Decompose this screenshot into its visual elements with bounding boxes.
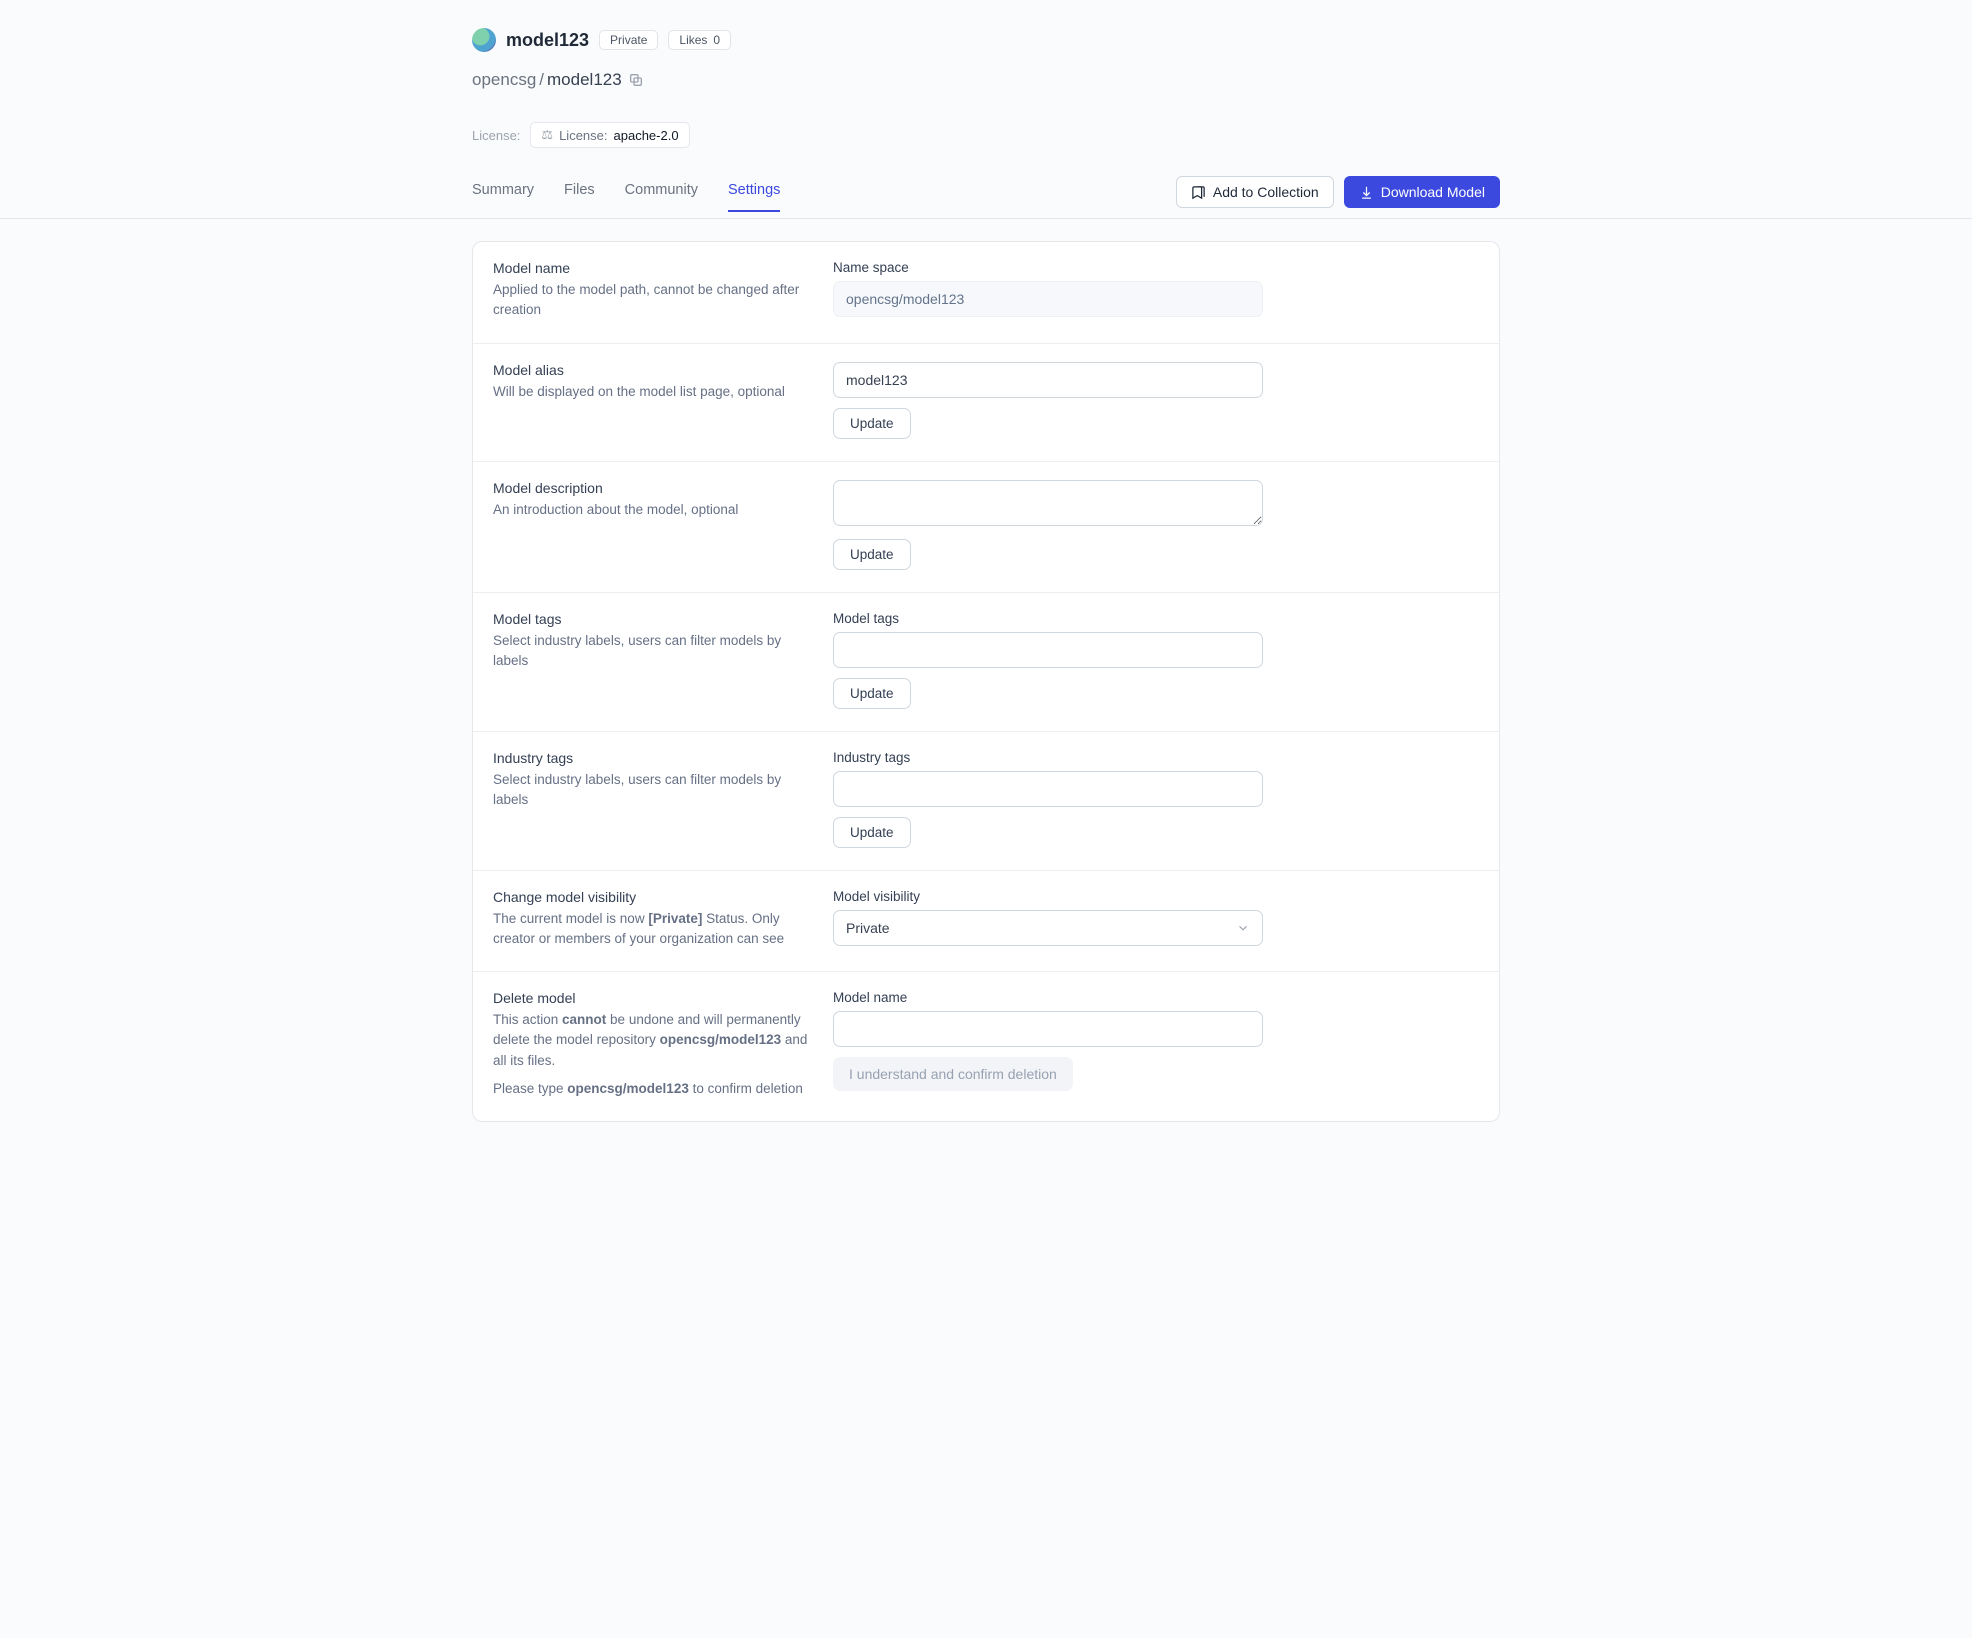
row-industry-tags: Industry tags Select industry labels, us… bbox=[473, 731, 1499, 870]
visibility-desc-status: [Private] bbox=[648, 911, 702, 926]
download-label: Download Model bbox=[1381, 184, 1485, 200]
likes-count: 0 bbox=[713, 33, 720, 47]
industry-tags-input[interactable] bbox=[833, 771, 1263, 807]
industry-tags-update-button[interactable]: Update bbox=[833, 817, 911, 848]
chevron-down-icon bbox=[1236, 921, 1250, 935]
visibility-field-label: Model visibility bbox=[833, 889, 1263, 904]
model-description-input[interactable] bbox=[833, 480, 1263, 526]
download-icon bbox=[1359, 185, 1374, 200]
description-update-button[interactable]: Update bbox=[833, 539, 911, 570]
model-tags-desc: Select industry labels, users can filter… bbox=[493, 631, 813, 672]
tabs: Summary Files Community Settings bbox=[472, 182, 780, 212]
model-tags-label: Model tags bbox=[833, 611, 1263, 626]
row-model-name: Model name Applied to the model path, ca… bbox=[473, 242, 1499, 343]
delete-confirm-repo: opencsg/model123 bbox=[567, 1081, 689, 1096]
alias-update-button[interactable]: Update bbox=[833, 408, 911, 439]
tab-summary[interactable]: Summary bbox=[472, 182, 534, 212]
license-row: License: ⚖ License: apache-2.0 bbox=[472, 122, 1500, 148]
tab-settings[interactable]: Settings bbox=[728, 182, 780, 212]
title-row: model123 Private Likes 0 bbox=[472, 28, 1500, 52]
model-alias-title: Model alias bbox=[493, 362, 813, 378]
delete-field-label: Model name bbox=[833, 990, 1263, 1005]
delete-desc-pfx: This action bbox=[493, 1012, 562, 1027]
bookmark-icon bbox=[1191, 185, 1206, 200]
model-name-desc: Applied to the model path, cannot be cha… bbox=[493, 280, 813, 321]
breadcrumb: opencsg / model123 bbox=[472, 70, 1500, 90]
namespace-label: Name space bbox=[833, 260, 1263, 275]
header-actions: Add to Collection Download Model bbox=[1176, 176, 1500, 218]
model-title: model123 bbox=[506, 30, 589, 51]
settings-card: Model name Applied to the model path, ca… bbox=[472, 241, 1500, 1122]
model-description-title: Model description bbox=[493, 480, 813, 496]
add-to-collection-button[interactable]: Add to Collection bbox=[1176, 176, 1334, 208]
add-to-collection-label: Add to Collection bbox=[1213, 184, 1319, 200]
avatar bbox=[472, 28, 496, 52]
delete-desc-cannot: cannot bbox=[562, 1012, 606, 1027]
industry-tags-title: Industry tags bbox=[493, 750, 813, 766]
license-value: apache-2.0 bbox=[614, 128, 679, 143]
visibility-value: Private bbox=[846, 920, 890, 936]
download-model-button[interactable]: Download Model bbox=[1344, 176, 1500, 208]
likes-badge[interactable]: Likes 0 bbox=[668, 30, 731, 50]
delete-title: Delete model bbox=[493, 990, 813, 1006]
license-label: License: bbox=[472, 128, 520, 143]
visibility-desc-pfx: The current model is now bbox=[493, 911, 648, 926]
delete-confirm: Please type opencsg/model123 to confirm … bbox=[493, 1079, 813, 1099]
row-model-tags: Model tags Select industry labels, users… bbox=[473, 592, 1499, 731]
delete-desc-repo: opencsg/model123 bbox=[660, 1032, 782, 1047]
breadcrumb-sep: / bbox=[539, 70, 544, 90]
delete-confirm-sfx: to confirm deletion bbox=[689, 1081, 803, 1096]
industry-tags-desc: Select industry labels, users can filter… bbox=[493, 770, 813, 811]
copy-icon[interactable] bbox=[628, 72, 644, 88]
breadcrumb-name: model123 bbox=[547, 70, 622, 90]
model-tags-title: Model tags bbox=[493, 611, 813, 627]
delete-confirm-pfx: Please type bbox=[493, 1081, 567, 1096]
delete-confirm-button[interactable]: I understand and confirm deletion bbox=[833, 1057, 1073, 1091]
visibility-desc: The current model is now [Private] Statu… bbox=[493, 909, 813, 950]
namespace-input bbox=[833, 281, 1263, 317]
visibility-select[interactable]: Private bbox=[833, 910, 1263, 946]
model-name-title: Model name bbox=[493, 260, 813, 276]
model-description-desc: An introduction about the model, optiona… bbox=[493, 500, 813, 520]
row-delete-model: Delete model This action cannot be undon… bbox=[473, 971, 1499, 1121]
delete-desc: This action cannot be undone and will pe… bbox=[493, 1010, 813, 1071]
row-visibility: Change model visibility The current mode… bbox=[473, 870, 1499, 972]
tab-community[interactable]: Community bbox=[625, 182, 698, 212]
private-badge: Private bbox=[599, 30, 658, 50]
breadcrumb-org[interactable]: opencsg bbox=[472, 70, 536, 90]
industry-tags-label: Industry tags bbox=[833, 750, 1263, 765]
row-model-description: Model description An introduction about … bbox=[473, 461, 1499, 592]
model-alias-desc: Will be displayed on the model list page… bbox=[493, 382, 813, 402]
scale-icon: ⚖ bbox=[541, 127, 553, 143]
tab-files[interactable]: Files bbox=[564, 182, 595, 212]
license-prefix: License: bbox=[559, 128, 607, 143]
likes-label: Likes bbox=[679, 33, 707, 47]
model-alias-input[interactable] bbox=[833, 362, 1263, 398]
license-badge[interactable]: ⚖ License: apache-2.0 bbox=[530, 122, 689, 148]
visibility-title: Change model visibility bbox=[493, 889, 813, 905]
model-tags-update-button[interactable]: Update bbox=[833, 678, 911, 709]
model-tags-input[interactable] bbox=[833, 632, 1263, 668]
delete-confirm-input[interactable] bbox=[833, 1011, 1263, 1047]
row-model-alias: Model alias Will be displayed on the mod… bbox=[473, 343, 1499, 461]
